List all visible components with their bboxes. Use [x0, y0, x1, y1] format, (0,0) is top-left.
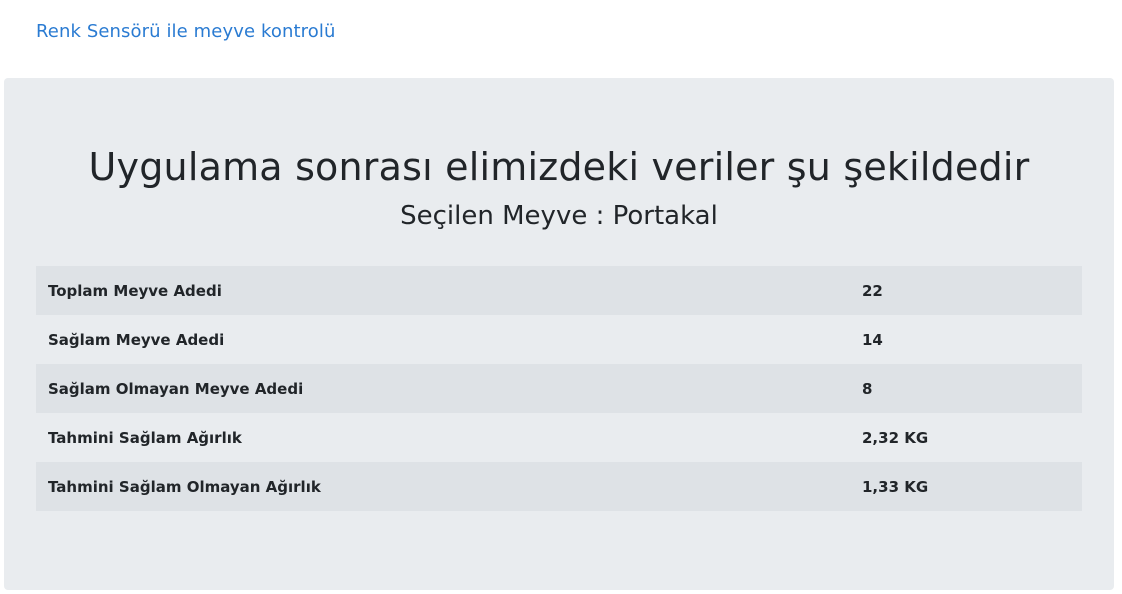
- row-value: 22: [862, 281, 883, 300]
- row-label: Toplam Meyve Adedi: [48, 281, 222, 300]
- row-label: Sağlam Meyve Adedi: [48, 330, 225, 349]
- page-title: Uygulama sonrası elimizdeki veriler şu ş…: [88, 145, 1030, 189]
- row-label: Tahmini Sağlam Ağırlık: [48, 428, 242, 447]
- brand-link[interactable]: Renk Sensörü ile meyve kontrolü: [36, 21, 335, 42]
- row-value: 1,33 KG: [862, 477, 929, 496]
- table-row: Sağlam Meyve Adedi 14: [36, 315, 1082, 364]
- row-label: Tahmini Sağlam Olmayan Ağırlık: [48, 477, 321, 496]
- row-value: 14: [862, 330, 883, 349]
- row-value: 2,32 KG: [862, 428, 929, 447]
- table-row: Sağlam Olmayan Meyve Adedi 8: [36, 364, 1082, 413]
- table-row: Tahmini Sağlam Olmayan Ağırlık 1,33 KG: [36, 462, 1082, 511]
- selected-fruit-subtitle: Seçilen Meyve : Portakal: [400, 201, 718, 231]
- top-nav: Renk Sensörü ile meyve kontrolü: [36, 19, 335, 45]
- results-table: Toplam Meyve Adedi 22 Sağlam Meyve Adedi…: [36, 266, 1082, 511]
- row-value: 8: [862, 379, 873, 398]
- row-label: Sağlam Olmayan Meyve Adedi: [48, 379, 304, 398]
- table-row: Toplam Meyve Adedi 22: [36, 266, 1082, 315]
- table-row: Tahmini Sağlam Ağırlık 2,32 KG: [36, 413, 1082, 462]
